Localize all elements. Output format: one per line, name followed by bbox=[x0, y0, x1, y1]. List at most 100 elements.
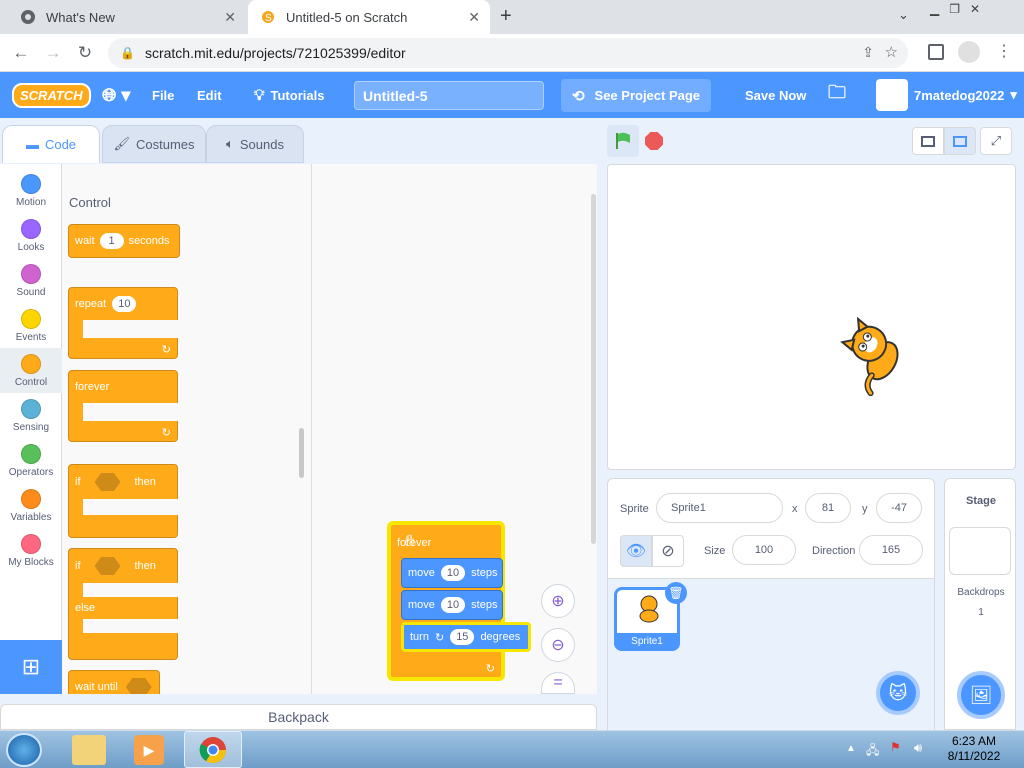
fullscreen-icon[interactable]: ⤢ bbox=[980, 127, 1012, 155]
action-center-flag-icon[interactable]: ⚑ bbox=[890, 740, 901, 754]
system-clock[interactable]: 6:23 AM 8/11/2022 bbox=[944, 734, 1004, 764]
scratch-logo[interactable]: SCRATCH bbox=[12, 72, 91, 118]
zoom-out-icon[interactable]: ⊖ bbox=[541, 628, 575, 662]
condition-slot[interactable] bbox=[94, 557, 121, 575]
category-sensing[interactable]: Sensing bbox=[0, 393, 62, 438]
block-input[interactable]: 15 bbox=[450, 629, 475, 645]
small-stage-icon[interactable] bbox=[912, 127, 944, 155]
bookmark-star-icon[interactable]: ☆ bbox=[885, 43, 898, 61]
turn-degrees-block[interactable]: turn ↻ 15 degrees bbox=[401, 622, 531, 652]
profile-avatar-icon[interactable] bbox=[958, 41, 980, 63]
tab-search-icon[interactable]: ⌄ bbox=[898, 7, 909, 23]
edit-menu[interactable]: Edit bbox=[197, 72, 222, 118]
x-input[interactable]: 81 bbox=[805, 493, 851, 523]
large-stage-icon[interactable] bbox=[944, 127, 976, 155]
code-workspace[interactable]: forever ✋︎ move 10 steps move 10 steps t… bbox=[312, 164, 597, 694]
minimize-icon[interactable]: ▁ bbox=[930, 2, 939, 18]
add-sprite-cat-icon[interactable]: 🐱︎ bbox=[876, 671, 920, 715]
address-bar[interactable]: 🔒 scratch.mit.edu/projects/721025399/edi… bbox=[108, 38, 908, 68]
move-steps-block[interactable]: move 10 steps bbox=[401, 590, 503, 620]
category-motion[interactable]: Motion bbox=[0, 168, 62, 213]
direction-input[interactable]: 165 bbox=[859, 535, 923, 565]
block-input[interactable]: 10 bbox=[112, 296, 137, 312]
language-globe-icon[interactable]: 🌐︎ ▾ bbox=[102, 72, 130, 118]
move-steps-block[interactable]: move 10 steps bbox=[401, 558, 503, 588]
sprite-thumbnail[interactable]: Sprite1 🗑︎ bbox=[614, 582, 687, 651]
stage-selector-panel[interactable]: Stage Backdrops 1 🖼︎ bbox=[944, 478, 1016, 730]
category-looks[interactable]: Looks bbox=[0, 213, 62, 258]
remix-arrows-icon: ⟲ bbox=[571, 87, 585, 105]
share-icon[interactable]: ⇪ bbox=[862, 44, 874, 61]
media-player-icon[interactable]: ▶ bbox=[134, 735, 164, 765]
chrome-taskbar-icon[interactable] bbox=[184, 731, 242, 768]
back-arrow-icon[interactable]: ← bbox=[10, 42, 32, 64]
repeat-block[interactable]: repeat 10 ↻ bbox=[68, 287, 178, 359]
more-menu-icon[interactable]: ⋮ bbox=[996, 41, 1012, 61]
side-panel-icon[interactable] bbox=[928, 44, 944, 60]
network-icon[interactable]: 🖧︎ bbox=[866, 741, 879, 762]
hide-sprite-eye-icon[interactable]: ⊘ bbox=[652, 535, 684, 567]
sprite-name-input[interactable]: Sprite1 bbox=[656, 493, 783, 523]
delete-sprite-trash-icon[interactable]: 🗑︎ bbox=[665, 582, 687, 604]
category-my-blocks[interactable]: My Blocks bbox=[0, 528, 62, 573]
category-variables[interactable]: Variables bbox=[0, 483, 62, 528]
wait-until-block[interactable]: wait until bbox=[68, 670, 160, 694]
close-window-icon[interactable]: ✕ bbox=[970, 2, 980, 18]
show-sprite-eye-icon[interactable]: 👁︎ bbox=[620, 535, 652, 567]
browser-tab-whats-new[interactable]: What's New ✕ bbox=[8, 0, 246, 34]
tab-sounds[interactable]: 🔈︎ Sounds bbox=[206, 125, 304, 163]
browser-toolbar: ← → ↻ 🔒 scratch.mit.edu/projects/7210253… bbox=[0, 34, 1024, 72]
volume-icon[interactable]: 🔊︎ bbox=[914, 740, 922, 756]
category-events[interactable]: Events bbox=[0, 303, 62, 348]
condition-slot[interactable] bbox=[94, 473, 121, 491]
forever-script[interactable]: forever ✋︎ move 10 steps move 10 steps t… bbox=[387, 521, 531, 681]
show-hidden-icons-icon[interactable]: ▲ bbox=[846, 743, 856, 754]
file-explorer-icon[interactable] bbox=[72, 735, 106, 765]
close-tab-icon[interactable]: ✕ bbox=[468, 9, 480, 26]
operators-dot-icon bbox=[21, 444, 41, 464]
block-input[interactable]: 10 bbox=[440, 565, 466, 581]
block-input[interactable]: 10 bbox=[440, 597, 466, 613]
stage-canvas[interactable] bbox=[607, 164, 1016, 470]
add-extension-button[interactable]: ⊞ bbox=[0, 640, 62, 694]
green-flag-icon[interactable] bbox=[607, 125, 639, 157]
stop-sign-icon[interactable] bbox=[645, 132, 663, 150]
tutorials-button[interactable]: 💡︎ Tutorials bbox=[254, 72, 324, 118]
project-title-input[interactable]: Untitled-5 bbox=[354, 81, 544, 110]
my-stuff-folder-icon[interactable]: 🗀 bbox=[828, 72, 846, 118]
backpack-bar[interactable]: Backpack bbox=[0, 704, 597, 730]
close-tab-icon[interactable]: ✕ bbox=[224, 9, 236, 26]
condition-slot[interactable] bbox=[125, 678, 152, 694]
see-project-page-button[interactable]: ⟲ See Project Page bbox=[561, 79, 711, 112]
wait-block[interactable]: wait 1 seconds bbox=[68, 224, 180, 258]
tab-costumes[interactable]: 🖌︎ Costumes bbox=[102, 125, 206, 163]
new-tab-icon[interactable]: + bbox=[500, 5, 512, 28]
if-then-block[interactable]: if then bbox=[68, 464, 178, 538]
add-backdrop-image-icon[interactable]: 🖼︎ bbox=[957, 671, 1005, 719]
if-else-block[interactable]: if then else bbox=[68, 548, 178, 660]
block-input[interactable]: 1 bbox=[99, 233, 124, 249]
restore-icon[interactable]: ❐ bbox=[949, 2, 960, 18]
forward-arrow-icon[interactable]: → bbox=[42, 42, 64, 64]
size-input[interactable]: 100 bbox=[732, 535, 796, 565]
forever-block[interactable]: forever ↻ bbox=[68, 370, 178, 442]
zoom-reset-icon[interactable]: = bbox=[541, 672, 575, 694]
palette-scrollbar[interactable] bbox=[299, 428, 304, 478]
category-sound[interactable]: Sound bbox=[0, 258, 62, 303]
stage-thumbnail[interactable] bbox=[949, 527, 1011, 575]
backdrops-label: Backdrops bbox=[957, 587, 1005, 598]
start-button[interactable] bbox=[6, 733, 42, 767]
y-input[interactable]: -47 bbox=[876, 493, 922, 523]
zoom-in-icon[interactable]: ⊕ bbox=[541, 584, 575, 618]
category-operators[interactable]: Operators bbox=[0, 438, 62, 483]
save-now-button[interactable]: Save Now bbox=[745, 72, 806, 118]
rotate-right-icon: ↻ bbox=[434, 631, 445, 644]
cat-sprite[interactable] bbox=[830, 316, 930, 402]
account-menu[interactable]: 7matedog2022 ▾ bbox=[876, 72, 1017, 118]
reload-icon[interactable]: ↻ bbox=[74, 42, 96, 64]
tab-code[interactable]: ▬ Code bbox=[2, 125, 100, 163]
file-menu[interactable]: File bbox=[152, 72, 174, 118]
browser-tab-scratch[interactable]: S Untitled-5 on Scratch ✕ bbox=[248, 0, 490, 34]
workspace-scrollbar[interactable] bbox=[591, 194, 596, 544]
category-control[interactable]: Control bbox=[0, 348, 62, 393]
